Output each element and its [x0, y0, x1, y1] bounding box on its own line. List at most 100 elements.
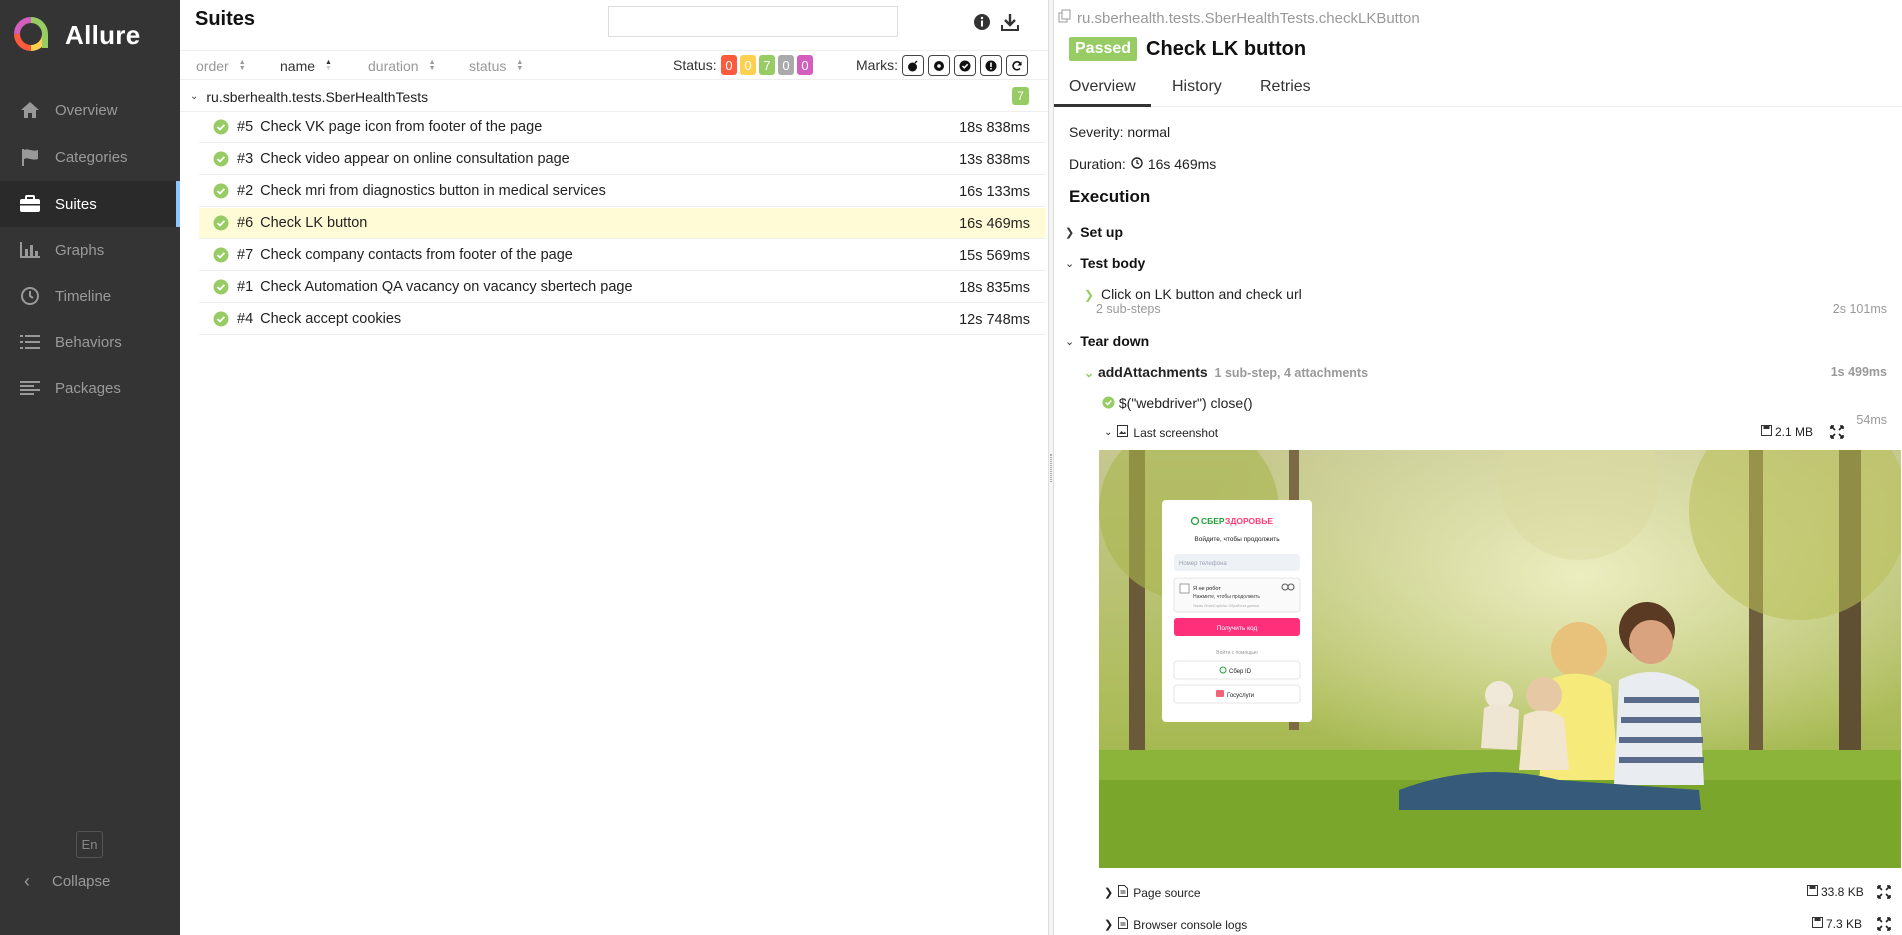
allure-report-app: Allure Overview Categories Suites Graphs…	[0, 0, 1902, 935]
sort-status[interactable]: status ▲ ▼	[469, 58, 523, 74]
step-duration: 1s 499ms	[1830, 365, 1887, 379]
attachment-page-source[interactable]: ❯ Page source	[1104, 885, 1201, 900]
screenshot-image: СБЕР ЗДОРОВЬЕ Войдите, чтобы продолжить …	[1099, 450, 1901, 868]
sidebar-item-label: Packages	[55, 379, 121, 397]
page-title: Suites	[195, 8, 256, 30]
screenshot-gosuslugi: Госуслуги	[1227, 693, 1254, 699]
teardown-section[interactable]: ⌄ Tear down	[1065, 333, 1149, 349]
test-number: #6	[237, 215, 254, 231]
section-label: Tear down	[1080, 333, 1150, 349]
severity: Severity: normal	[1069, 124, 1171, 140]
download-icon[interactable]	[1000, 12, 1020, 32]
chevron-down-icon: ⌄	[1084, 366, 1095, 380]
test-row[interactable]: #2 Check mri from diagnostics button in m…	[199, 176, 1046, 207]
tab-bar: Overview History Retries	[1054, 75, 1902, 107]
test-body-section[interactable]: ⌄ Test body	[1065, 255, 1145, 271]
tab-overview[interactable]: Overview	[1054, 78, 1151, 107]
sidebar-item-overview[interactable]: Overview	[0, 87, 180, 133]
sort-label: duration	[368, 58, 419, 74]
test-name: Check LK button	[260, 215, 368, 231]
test-name: Check mri from diagnostics button in med…	[260, 183, 606, 199]
tab-history[interactable]: History	[1157, 78, 1237, 104]
exclamation-icon[interactable]	[980, 55, 1002, 76]
screenshot-phone-placeholder: Номер телефона	[1179, 561, 1227, 567]
screenshot-captcha-title: Я не робот	[1193, 586, 1221, 592]
sort-order[interactable]: order ▲ ▼	[196, 58, 246, 74]
sort-arrows-icon: ▲ ▼	[516, 59, 524, 72]
passed-check-icon	[213, 151, 229, 167]
screenshot-preview[interactable]: СБЕР ЗДОРОВЬЕ Войдите, чтобы продолжить …	[1099, 450, 1901, 868]
test-duration: 18s 838ms	[959, 120, 1030, 136]
sort-duration[interactable]: duration ▲ ▼	[368, 58, 436, 74]
copy-icon[interactable]	[1058, 9, 1072, 27]
test-duration: 13s 838ms	[959, 152, 1030, 168]
step-substeps: 2 sub-steps	[1096, 302, 1161, 316]
sidebar-item-graphs[interactable]: Graphs	[0, 227, 180, 273]
step-name: Click on LK button and check url	[1100, 286, 1302, 302]
test-row[interactable]: #6 Check LK button 16s 469ms	[199, 208, 1046, 239]
setup-section[interactable]: ❯ Set up	[1065, 224, 1123, 240]
status-passed-badge[interactable]: 7	[759, 55, 775, 75]
sidebar-item-categories[interactable]: Categories	[0, 134, 180, 180]
attachment-browser-console-logs[interactable]: ❯ Browser console logs	[1104, 917, 1247, 932]
refresh-icon[interactable]	[1006, 55, 1028, 76]
test-name: Check Automation QA vacancy on vacancy s…	[260, 279, 633, 295]
test-row[interactable]: #7 Check company contacts from footer of …	[199, 240, 1046, 271]
add-attachments-step[interactable]: ⌄ addAttachments 1 sub-step, 4 attachmen…	[1084, 364, 1368, 380]
shield-check-icon[interactable]	[954, 55, 976, 76]
screenshot-captcha-small: Умная SmartCaptcha. Обработка данных	[1193, 604, 1260, 608]
attachment-size: 2.1 MB	[1761, 425, 1813, 439]
chevron-right-icon: ❯	[1104, 887, 1114, 899]
attachment-name: Last screenshot	[1133, 425, 1219, 440]
step-name: addAttachments	[1097, 364, 1208, 380]
chevron-down-icon: ⌄	[1104, 427, 1113, 438]
test-row[interactable]: #5 Check VK page icon from footer of the …	[199, 112, 1046, 143]
flag-icon	[18, 147, 42, 167]
status-unknown-badge[interactable]: 0	[797, 55, 813, 75]
marks-filter-label: Marks:	[856, 57, 898, 73]
test-row[interactable]: #3 Check video appear on online consultat…	[199, 144, 1046, 175]
status-failed-badge[interactable]: 0	[721, 55, 737, 75]
attachment-last-screenshot[interactable]: ⌄ Last screenshot	[1104, 425, 1218, 440]
sidebar-item-label: Timeline	[55, 287, 112, 305]
gear-icon[interactable]	[928, 55, 950, 76]
info-icon[interactable]	[972, 12, 992, 32]
chevron-down-icon: ⌄	[1065, 257, 1075, 270]
expand-icon[interactable]	[1877, 885, 1891, 899]
search-input[interactable]	[608, 6, 898, 37]
step-name: $("webdriver") close()	[1118, 395, 1253, 411]
close-step[interactable]: $("webdriver") close()	[1102, 395, 1253, 411]
language-switch[interactable]: En	[76, 831, 103, 858]
passed-check-icon	[213, 311, 229, 327]
screenshot-subtitle: Войдите, чтобы продолжить	[1194, 535, 1280, 543]
sort-label: name	[280, 58, 316, 74]
status-broken-badge[interactable]: 0	[740, 55, 756, 75]
sidebar-item-label: Categories	[55, 148, 128, 166]
attachment-name: Page source	[1133, 885, 1201, 900]
sort-name[interactable]: name ▲ ▼	[280, 58, 332, 74]
suite-group-row[interactable]: ⌄ ru.sberhealth.tests.SberHealthTests 7	[180, 82, 1048, 112]
bomb-icon[interactable]	[902, 55, 924, 76]
test-name: Check video appear on online consultatio…	[260, 151, 570, 167]
screenshot-sber-id: Сбер ID	[1229, 669, 1252, 675]
passed-check-icon	[213, 247, 229, 263]
step-duration: 54ms	[1856, 413, 1887, 427]
expand-icon[interactable]	[1877, 917, 1891, 931]
test-step[interactable]: ❯ Click on LK button and check url 2 sub…	[1084, 286, 1302, 316]
test-name: Check accept cookies	[260, 311, 402, 327]
collapse-button[interactable]: ‹ Collapse	[0, 858, 180, 904]
duration-label: Duration:	[1069, 156, 1126, 172]
test-title: Check LK button	[1146, 37, 1307, 60]
tab-retries[interactable]: Retries	[1245, 78, 1326, 104]
sidebar-item-timeline[interactable]: Timeline	[0, 273, 180, 319]
test-row[interactable]: #4 Check accept cookies 12s 748ms	[199, 304, 1046, 335]
expand-icon[interactable]	[1830, 425, 1844, 439]
sidebar-item-suites[interactable]: Suites	[0, 181, 180, 227]
status-skipped-badge[interactable]: 0	[778, 55, 794, 75]
screenshot-login-with: Войти с помощью	[1216, 649, 1258, 656]
sidebar-item-behaviors[interactable]: Behaviors	[0, 319, 180, 365]
marks-filter	[902, 55, 1028, 76]
test-row[interactable]: #1 Check Automation QA vacancy on vacancy…	[199, 272, 1046, 303]
test-number: #2	[237, 183, 254, 199]
sidebar-item-packages[interactable]: Packages	[0, 365, 180, 411]
